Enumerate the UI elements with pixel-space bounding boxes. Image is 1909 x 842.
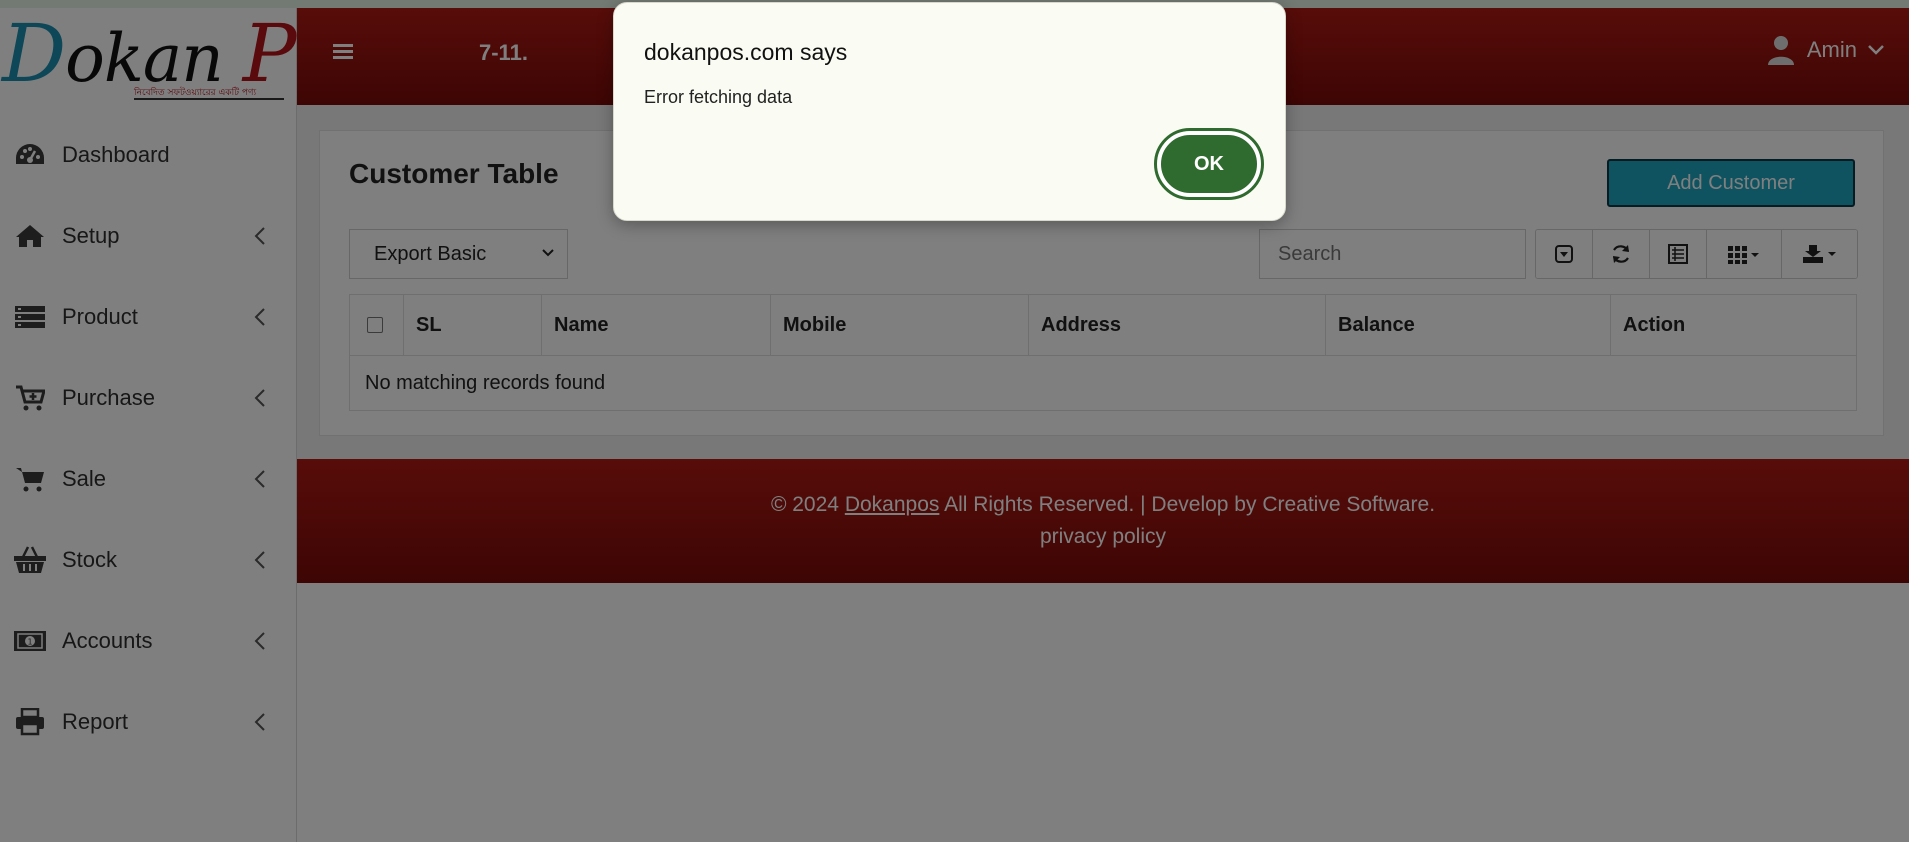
ok-button[interactable]: OK (1154, 128, 1264, 200)
alert-dialog: dokanpos.com says Error fetching data OK (613, 2, 1286, 221)
dialog-message: Error fetching data (644, 87, 793, 107)
dialog-title: dokanpos.com says (644, 39, 848, 65)
